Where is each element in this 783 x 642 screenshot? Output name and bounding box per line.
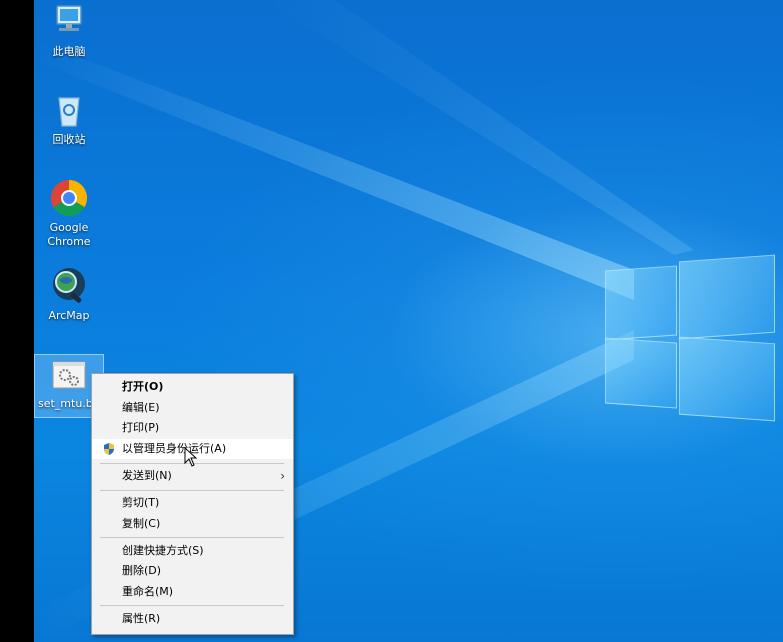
desktop-icon-label-line2: Chrome [47, 235, 91, 248]
menu-separator [100, 537, 284, 538]
batch-file-icon [52, 361, 86, 389]
menu-item-print[interactable]: 打印(P) [92, 418, 293, 438]
chrome-icon [50, 180, 88, 217]
desktop-icon-arcmap[interactable]: ArcMap [34, 266, 104, 323]
desktop-icon-this-pc[interactable]: 此电脑 [34, 2, 104, 59]
desktop-icon-label: 回收站 [52, 133, 86, 146]
menu-item-cut[interactable]: 剪切(T) [92, 493, 293, 513]
menu-item-create-shortcut[interactable]: 创建快捷方式(S) [92, 541, 293, 561]
menu-separator [100, 605, 284, 606]
recycle-bin-icon [58, 97, 80, 127]
desktop-icon-label: 此电脑 [52, 45, 86, 58]
menu-item-properties[interactable]: 属性(R) [92, 609, 293, 629]
menu-item-open[interactable]: 打开(O) [92, 377, 293, 397]
chevron-right-icon: › [280, 469, 285, 483]
desktop-icon-label: ArcMap [48, 309, 90, 322]
menu-item-edit[interactable]: 编辑(E) [92, 398, 293, 418]
menu-item-copy[interactable]: 复制(C) [92, 514, 293, 534]
desktop-icon-recycle-bin[interactable]: 回收站 [34, 90, 104, 147]
context-menu: 打开(O) 编辑(E) 打印(P) 以管理员身份运行(A) 发送到(N) › 剪… [91, 373, 294, 635]
menu-item-delete[interactable]: 删除(D) [92, 561, 293, 581]
desktop-icon-label-line1: Google [49, 221, 89, 234]
menu-item-send-to[interactable]: 发送到(N) › [92, 466, 293, 486]
mouse-cursor-icon [184, 447, 198, 467]
desktop-icon-google-chrome[interactable]: Google Chrome [34, 178, 104, 249]
arcmap-icon [53, 268, 85, 303]
this-pc-icon [56, 5, 82, 31]
menu-separator [100, 490, 284, 491]
menu-item-rename[interactable]: 重命名(M) [92, 582, 293, 602]
shield-icon [104, 443, 114, 455]
